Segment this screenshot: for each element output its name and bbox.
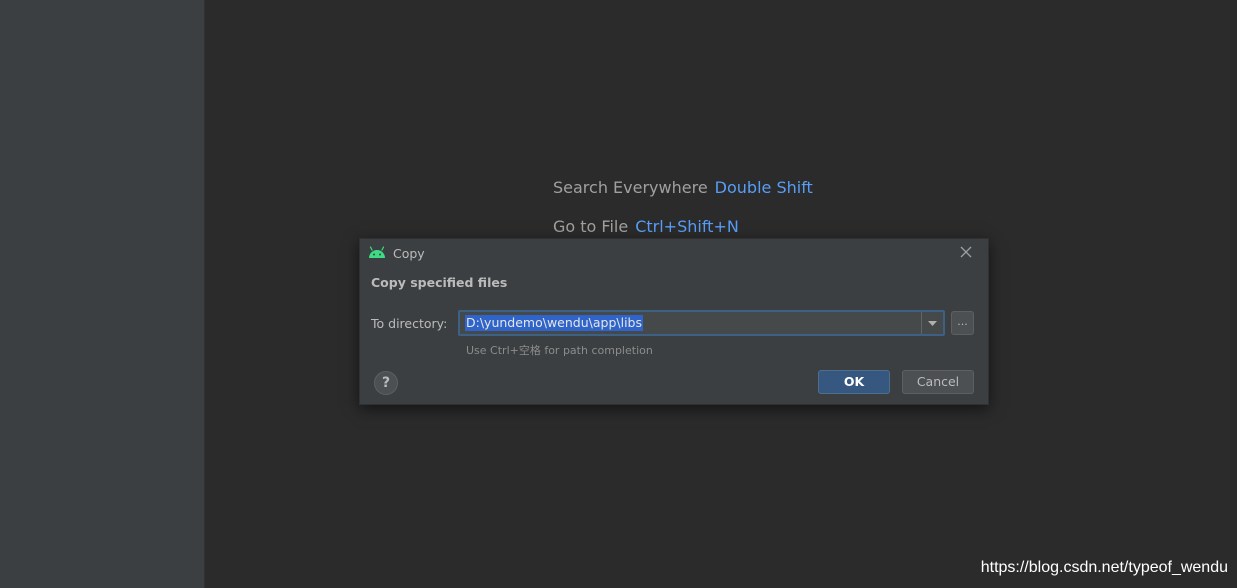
dropdown-button[interactable] bbox=[921, 312, 943, 334]
hint-shortcut: Double Shift bbox=[714, 178, 813, 197]
dialog-title: Copy bbox=[393, 246, 425, 261]
chevron-down-icon bbox=[928, 321, 937, 326]
help-button[interactable]: ? bbox=[374, 371, 398, 395]
copy-dialog: Copy Copy specified files To directory: … bbox=[359, 238, 989, 405]
browse-button[interactable]: ... bbox=[951, 311, 974, 335]
hint-search-everywhere: Search Everywhere Double Shift bbox=[553, 178, 813, 197]
watermark: https://blog.csdn.net/typeof_wendu bbox=[980, 559, 1228, 576]
android-icon bbox=[369, 246, 385, 258]
close-icon[interactable] bbox=[959, 245, 973, 259]
hint-label: Go to File bbox=[553, 217, 629, 236]
hint-shortcut: Ctrl+Shift+N bbox=[635, 217, 739, 236]
dialog-titlebar[interactable]: Copy bbox=[360, 239, 988, 267]
path-completion-hint: Use Ctrl+空格 for path completion bbox=[466, 344, 653, 357]
ok-button[interactable]: OK bbox=[818, 370, 890, 394]
directory-label: To directory: bbox=[371, 316, 448, 331]
hint-label: Search Everywhere bbox=[553, 178, 708, 197]
directory-input[interactable]: D:\yundemo\wendu\app\libs bbox=[465, 315, 643, 331]
hint-go-to-file: Go to File Ctrl+Shift+N bbox=[553, 217, 739, 236]
dialog-heading: Copy specified files bbox=[371, 275, 508, 290]
directory-combobox[interactable]: D:\yundemo\wendu\app\libs bbox=[458, 310, 945, 336]
cancel-button[interactable]: Cancel bbox=[902, 370, 974, 394]
project-sidebar bbox=[0, 0, 205, 588]
